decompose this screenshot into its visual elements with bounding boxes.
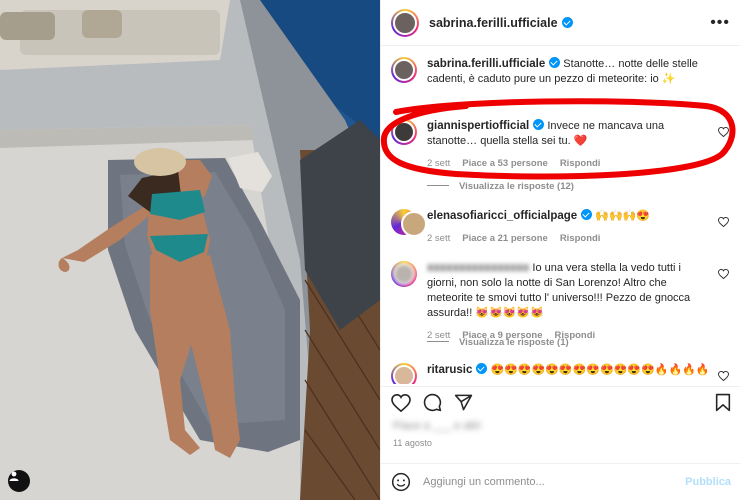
emoji-icon[interactable] — [391, 472, 411, 492]
author-avatar[interactable] — [391, 8, 419, 37]
heart-icon[interactable] — [718, 371, 729, 381]
author-username[interactable]: sabrina.ferilli.ufficiale — [429, 16, 573, 30]
comment-input[interactable] — [423, 476, 673, 488]
comment-avatar[interactable] — [391, 363, 417, 384]
share-icon[interactable] — [454, 393, 473, 412]
comment-likes[interactable]: Piace a 53 persone — [462, 156, 548, 171]
post-panel: sabrina.ferilli.ufficiale ••• sabrina.fe… — [380, 0, 740, 500]
comment-time: 2 sett — [427, 158, 451, 169]
verified-icon — [561, 16, 573, 28]
tagged-people-icon[interactable] — [8, 470, 30, 492]
comment-likes[interactable]: Piace a 21 persone — [462, 231, 548, 246]
comment-text: 🙌🙌🙌😍 — [595, 210, 651, 222]
likes-summary: Piace a ___ e altri 11 agosto — [393, 420, 593, 460]
heart-icon[interactable] — [718, 217, 729, 227]
save-bookmark-icon[interactable] — [715, 393, 731, 412]
caption-avatar[interactable] — [391, 57, 417, 83]
comment-text: 😍😍😍😍😍😍😍😍😍😍😍😍🔥🔥🔥🔥 — [490, 364, 710, 376]
post-comment-button[interactable]: Pubblica — [685, 476, 731, 488]
comment-icon[interactable] — [423, 393, 442, 412]
comment: giannispertiofficial Invece ne mancava u… — [391, 119, 737, 171]
comment-avatar[interactable] — [391, 261, 417, 287]
comment-username[interactable]: ritarusic — [427, 364, 472, 376]
verified-icon — [476, 363, 488, 374]
post-photo — [0, 0, 380, 500]
heart-icon[interactable] — [718, 269, 729, 279]
comment-avatar[interactable] — [391, 209, 427, 237]
reply-button[interactable]: Rispondi — [560, 231, 601, 246]
comment: elenasofiaricci_officialpage 🙌🙌🙌😍 2 sett… — [391, 209, 737, 246]
yacht-deck-image — [0, 0, 380, 500]
comment-username-redacted: xxxxxxxxxxxxxxxx — [427, 262, 530, 274]
comment: ritarusic 😍😍😍😍😍😍😍😍😍😍😍😍🔥🔥🔥🔥 — [391, 363, 737, 384]
post-header: sabrina.ferilli.ufficiale ••• — [381, 0, 740, 46]
view-replies-button[interactable]: Visualizza le risposte (1) — [427, 337, 569, 348]
comment-avatar[interactable] — [391, 119, 417, 145]
likes-line-redacted: Piace a ___ e altri — [393, 420, 482, 432]
view-replies-button[interactable]: Visualizza le risposte (12) — [427, 181, 574, 192]
comment-username[interactable]: elenasofiaricci_officialpage — [427, 210, 577, 222]
heart-icon[interactable] — [718, 127, 729, 137]
more-options-icon[interactable]: ••• — [710, 14, 730, 32]
post-date: 11 agosto — [393, 438, 432, 448]
comments-list: sabrina.ferilli.ufficiale Stanotte… nott… — [381, 47, 740, 384]
caption: sabrina.ferilli.ufficiale Stanotte… nott… — [391, 57, 737, 87]
verified-icon — [581, 209, 593, 220]
verified-icon — [533, 119, 545, 130]
add-comment-bar: Pubblica — [381, 463, 740, 500]
comment-time: 2 sett — [427, 233, 451, 244]
reply-button[interactable]: Rispondi — [560, 156, 601, 171]
comment-username[interactable]: giannispertiofficial — [427, 120, 529, 132]
verified-icon — [549, 57, 561, 68]
post-actions — [381, 386, 740, 418]
like-icon[interactable] — [391, 393, 411, 412]
caption-username[interactable]: sabrina.ferilli.ufficiale — [427, 58, 545, 70]
comment: xxxxxxxxxxxxxxxx Io una vera stella la v… — [391, 261, 737, 343]
